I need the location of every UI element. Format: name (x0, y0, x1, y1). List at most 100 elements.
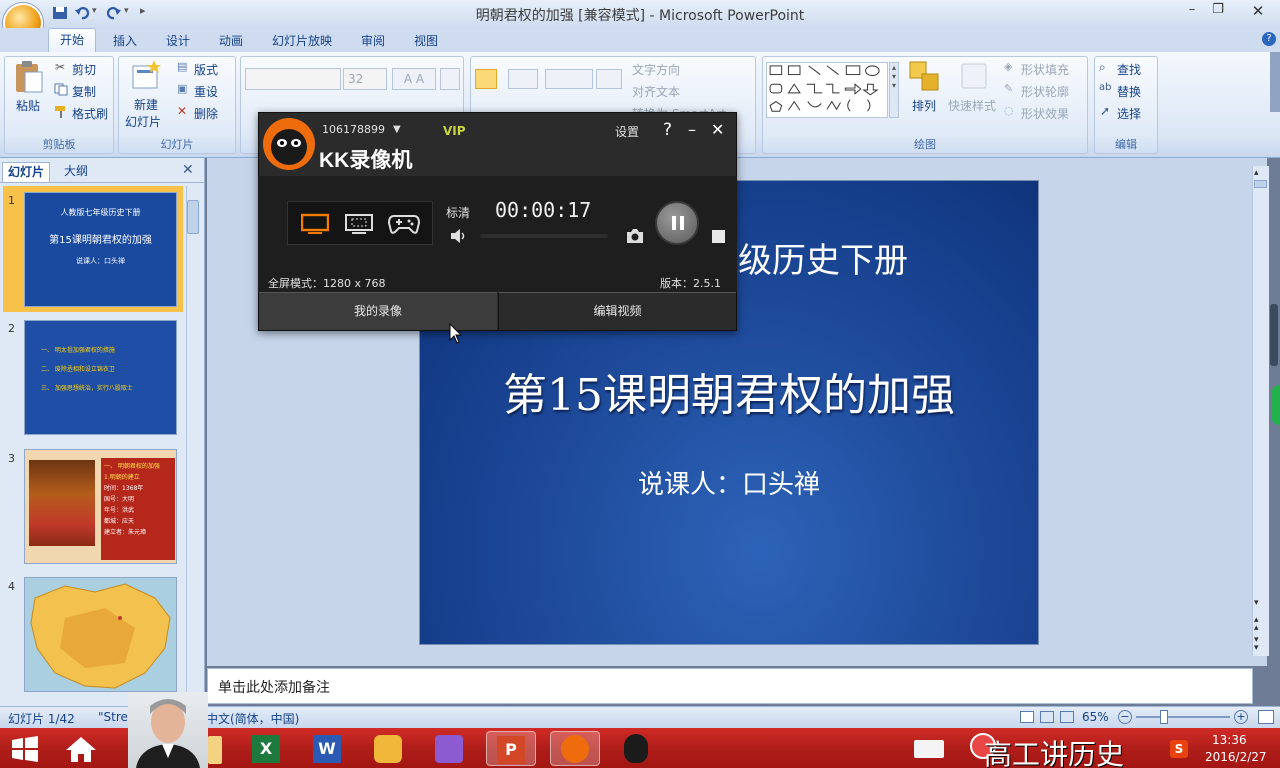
volume-icon[interactable] (449, 228, 467, 244)
qq-taskbar-button[interactable] (612, 731, 662, 766)
kk-vip-badge[interactable]: VIP (443, 124, 466, 138)
layout-button[interactable]: 版式 (194, 61, 218, 78)
fullscreen-mode-icon[interactable] (301, 213, 329, 235)
tab-view[interactable]: 视图 (414, 32, 438, 49)
close-button[interactable]: ✕ (1240, 2, 1276, 20)
windows-start-icon[interactable] (10, 734, 40, 764)
slide-thumbnail-1[interactable]: 人教版七年级历史下册 第15课明朝君权的加强 说课人：口头禅 (24, 192, 177, 307)
text-direction-button[interactable]: 文字方向 (632, 61, 680, 78)
shape-effects-button[interactable]: 形状效果 (1021, 105, 1069, 122)
fit-to-window-icon[interactable] (1258, 710, 1274, 724)
delete-button[interactable]: 删除 (194, 105, 218, 122)
font-size-input[interactable]: 32 (343, 68, 387, 90)
tab-slides-pane[interactable]: 幻灯片 (2, 162, 50, 182)
zoom-level[interactable]: 65% (1082, 710, 1109, 724)
customize-qat-icon[interactable]: ▾ (124, 6, 129, 16)
kk-account-id[interactable]: 106178899 (322, 123, 385, 136)
save-icon[interactable] (52, 6, 68, 20)
outlook-taskbar-button[interactable] (364, 731, 414, 766)
sogou-ime-icon[interactable]: S (1170, 740, 1188, 758)
tab-home[interactable]: 开始 (48, 28, 96, 52)
find-button[interactable]: 查找 (1117, 61, 1141, 78)
scroll-down-icon[interactable]: ▾ (1254, 598, 1259, 608)
floating-green-widget[interactable] (1271, 385, 1280, 425)
slide-thumbnail-3[interactable]: 一、 明朝君权的加强 1.明朝的建立 时间：1368年 国号：大明 年号：洪武 … (24, 449, 177, 564)
word-taskbar-button[interactable]: W (303, 731, 353, 766)
quick-styles-button[interactable]: 快速样式 (948, 97, 996, 114)
normal-view-icon[interactable] (1020, 711, 1034, 723)
excel-taskbar-button[interactable]: X (242, 731, 292, 766)
tab-insert[interactable]: 插入 (113, 32, 137, 49)
shapes-gallery[interactable] (766, 62, 888, 118)
language-status[interactable]: 中文(简体，中国) (206, 710, 299, 727)
region-mode-icon[interactable] (345, 213, 373, 235)
bullets-button[interactable] (475, 69, 497, 89)
line-spacing-button[interactable] (596, 69, 622, 89)
zoom-slider-thumb[interactable] (1160, 710, 1168, 724)
new-slide-label-1[interactable]: 新建 (134, 96, 158, 113)
slide-title[interactable]: 第15课明朝君权的加强 (420, 359, 1038, 423)
arrange-button[interactable]: 排列 (912, 97, 936, 114)
replace-button[interactable]: 替换 (1117, 83, 1141, 100)
folder-icon[interactable] (208, 736, 222, 764)
kk-minimize-button[interactable]: – (688, 120, 696, 139)
shape-outline-button[interactable]: 形状轮廓 (1021, 83, 1069, 100)
edit-video-button[interactable]: 编辑视频 (498, 292, 736, 330)
slideshow-view-icon[interactable] (1060, 711, 1074, 723)
numbering-button[interactable] (508, 69, 538, 89)
slide-vertical-scrollbar[interactable]: ▴ ▾ ▴ ▴ ▾ ▾ (1252, 166, 1269, 656)
paste-button[interactable]: 粘贴 (16, 97, 40, 114)
align-text-button[interactable]: 对齐文本 (632, 83, 680, 100)
indent-buttons[interactable] (545, 69, 593, 89)
paste-icon[interactable] (14, 60, 44, 94)
zoom-out-icon[interactable]: − (1118, 710, 1132, 724)
font-name-input[interactable] (245, 68, 341, 90)
new-slide-label-2[interactable]: 幻灯片 (125, 113, 161, 130)
pause-button[interactable] (655, 201, 699, 245)
clear-format-button[interactable] (440, 68, 460, 90)
slide-scroll-thumb[interactable] (1254, 180, 1267, 188)
kk-account-dropdown-icon[interactable]: ▼ (393, 124, 401, 135)
stop-button[interactable] (712, 230, 725, 243)
tab-review[interactable]: 审阅 (361, 32, 385, 49)
scroll-up-icon[interactable]: ▴ (1254, 168, 1259, 178)
slide-sorter-icon[interactable] (1040, 711, 1054, 723)
screenshot-camera-icon[interactable] (625, 228, 645, 244)
new-slide-icon[interactable] (131, 60, 161, 92)
keyboard-icon[interactable] (914, 740, 944, 758)
slides-pane-scroll-thumb[interactable] (187, 200, 199, 234)
shape-fill-button[interactable]: 形状填充 (1021, 61, 1069, 78)
slides-pane-scrollbar[interactable] (186, 186, 200, 704)
zoom-slider[interactable] (1136, 716, 1230, 718)
copy-button[interactable]: 复制 (72, 83, 96, 100)
reset-button[interactable]: 重设 (194, 83, 218, 100)
kk-close-button[interactable]: ✕ (711, 120, 724, 139)
select-button[interactable]: 选择 (1117, 105, 1141, 122)
tab-animations[interactable]: 动画 (219, 32, 243, 49)
slide-speaker[interactable]: 说课人：口头禅 (420, 464, 1038, 501)
restore-button[interactable]: ❐ (1204, 2, 1232, 20)
help-icon[interactable]: ? (1262, 32, 1276, 46)
slide-subtitle-grade[interactable]: 级历史下册 (738, 233, 908, 282)
notes-pane[interactable]: 单击此处添加备注 (207, 668, 1253, 704)
redo-icon[interactable] (106, 6, 122, 20)
minimize-button[interactable]: – (1178, 2, 1206, 20)
qat-more-icon[interactable]: ▸ (140, 4, 146, 17)
kk-recorder-taskbar-button[interactable] (550, 731, 600, 766)
arrange-icon[interactable] (908, 60, 942, 94)
slide-thumbnail-4[interactable] (24, 577, 177, 692)
undo-dropdown-icon[interactable]: ▾ (92, 6, 97, 16)
previous-slide-icon[interactable]: ▴ ▴ (1254, 616, 1259, 633)
notes-placeholder[interactable]: 单击此处添加备注 (218, 677, 330, 697)
cut-button[interactable]: 剪切 (72, 61, 96, 78)
volume-slider[interactable] (480, 234, 608, 238)
format-painter-button[interactable]: 格式刷 (72, 105, 108, 122)
grow-shrink-font-buttons[interactable]: A A (392, 68, 436, 90)
slide-thumbnail-2[interactable]: 一、 明太祖加强君权的措施 二、 废除丞相和设立锦衣卫 三、 加强思想统治，实行… (24, 320, 177, 435)
kk-quality-label[interactable]: 标清 (446, 204, 470, 221)
undo-icon[interactable] (74, 6, 90, 20)
tab-design[interactable]: 设计 (166, 32, 190, 49)
home-icon[interactable] (64, 734, 98, 764)
shapes-scroll-icon[interactable]: ▴ ▾ ▾ (889, 62, 899, 118)
tab-slideshow[interactable]: 幻灯片放映 (272, 32, 332, 49)
